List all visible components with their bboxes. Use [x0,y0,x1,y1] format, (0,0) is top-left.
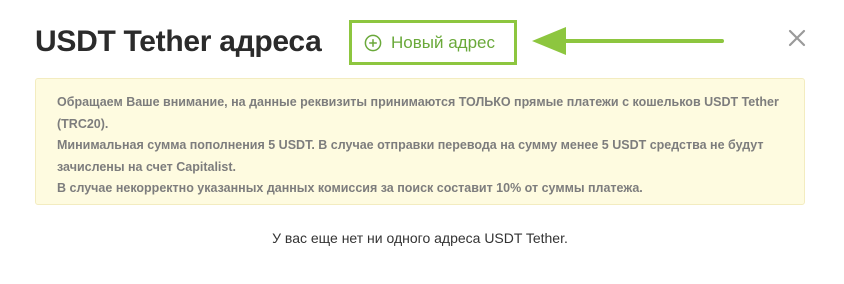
plus-circle-icon [364,34,382,51]
modal-title: USDT Tether адреса [35,25,322,58]
new-address-button[interactable]: Новый адрес [349,20,517,65]
notice-line: В случае некорректно указанных данных ко… [57,181,643,195]
close-icon[interactable] [786,27,808,49]
notice-line: Минимальная сумма пополнения 5 USDT. В с… [57,138,764,174]
new-address-label: Новый адрес [391,32,495,52]
usdt-addresses-modal: USDT Tether адреса Новый адрес Обращаем … [0,0,844,284]
arrow-left-icon [532,27,724,55]
warning-notice: Обращаем Ваше внимание, на данные реквиз… [35,78,805,205]
empty-state-message: У вас еще нет ни одного адреса USDT Teth… [272,230,568,246]
notice-line: Обращаем Ваше внимание, на данные реквиз… [57,95,779,131]
